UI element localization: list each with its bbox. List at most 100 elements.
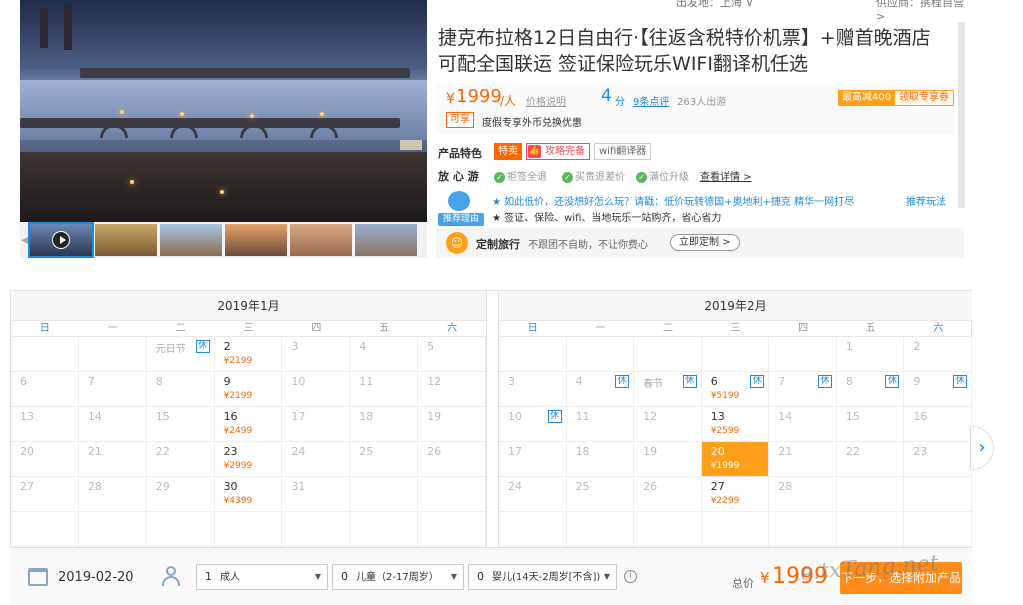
cloud-icon — [448, 191, 470, 211]
infants-select[interactable]: 0 婴儿(14天-2周岁[不含]) ▼ — [468, 564, 617, 590]
calendar-day — [11, 512, 79, 547]
day-number: 28 — [87, 480, 102, 493]
calendar-day: 21 — [78, 442, 147, 477]
adults-select[interactable]: 1 成人 ▼ — [196, 564, 328, 590]
thumbnail-video[interactable] — [28, 222, 94, 258]
calendar-day: 7 — [78, 372, 147, 407]
calendar-day — [146, 512, 215, 547]
infants-label: 婴儿(14天-2周岁[不含]) — [492, 572, 601, 583]
holiday-badge: 休 — [952, 375, 967, 388]
calendar-day — [769, 512, 837, 547]
weekday-label: 五 — [379, 323, 390, 334]
thumbnail[interactable] — [355, 224, 417, 256]
recommend-line-1[interactable]: ★ 如此低价，还没想好怎么玩？请戳：低价玩转德国+奥地利+捷克 精华一网打尽 — [492, 193, 854, 208]
day-number: 15 — [845, 410, 860, 423]
calendar-day: 24 — [499, 477, 567, 512]
calendar-day — [836, 512, 905, 547]
day-number: 28 — [778, 480, 793, 493]
day-number: 17 — [508, 445, 522, 458]
day-number: 4 — [575, 375, 583, 388]
calendar-day[interactable]: 6 ¥5199 休 — [701, 372, 770, 407]
thumbnail[interactable] — [225, 224, 287, 256]
day-number: 3 — [291, 340, 299, 353]
calendar-day-selected[interactable]: 20 ¥1999 — [701, 442, 770, 477]
reviews-link[interactable]: 9条点评 — [633, 93, 669, 108]
supplier-link[interactable]: 供应商：携程自营 > — [876, 0, 964, 23]
day-number: 2 — [223, 340, 231, 353]
calendar-day — [904, 512, 972, 547]
calendar-day[interactable]: 2 ¥2199 — [214, 337, 283, 372]
festival-label: 春节 — [643, 379, 664, 390]
holiday-badge: 休 — [682, 375, 697, 388]
calendar-day[interactable]: 9 ¥2199 — [214, 372, 283, 407]
calendar-day[interactable]: 27 ¥2299 — [701, 477, 770, 512]
calendar-day: 12 — [418, 372, 486, 407]
weekday-label: 四 — [311, 323, 322, 334]
day-number: 19 — [643, 445, 658, 458]
calendar-day — [499, 337, 567, 372]
price-value: 1999 — [456, 86, 502, 107]
calendar-day: 10 — [282, 372, 351, 407]
info-scrollbar[interactable] — [958, 22, 965, 208]
departure-select[interactable]: 出发地：上海 ∨ — [676, 0, 754, 10]
day-number: 10 — [508, 410, 522, 423]
calendar-day — [634, 337, 702, 372]
day-number: 21 — [87, 445, 102, 458]
selected-date[interactable]: 2019-02-20 — [58, 570, 134, 585]
thumb-prev-icon[interactable]: ◀ — [20, 222, 30, 258]
calendar-day: 11 — [350, 372, 419, 407]
next-month-chevron-icon[interactable]: › — [970, 426, 994, 470]
calendar-day — [78, 337, 147, 372]
day-price: ¥2299 — [710, 496, 740, 506]
day-number: 6 — [20, 375, 27, 388]
day-number: 5 — [427, 340, 435, 353]
people-icon — [162, 566, 186, 588]
day-number: 25 — [359, 445, 374, 458]
custom-now-button[interactable]: 立即定制 > — [670, 234, 740, 251]
hero-image[interactable] — [20, 0, 427, 222]
coupon-max-badge[interactable]: 最高减400 — [838, 90, 896, 106]
day-number: 17 — [291, 410, 306, 423]
hero-light — [120, 110, 124, 114]
safety-item: ✓ 拒签全退 — [494, 168, 547, 183]
safety-detail-link[interactable]: 查看详情 > — [700, 168, 752, 183]
recommend-more-link[interactable]: 推荐玩法 — [906, 193, 946, 208]
price-currency: ¥ — [446, 91, 455, 107]
calendar-day: 28 — [769, 477, 837, 512]
calendar-day[interactable]: 30 ¥4399 — [214, 477, 283, 512]
day-number: 27 — [20, 480, 34, 493]
day-number: 24 — [508, 480, 522, 493]
calendar-day: 15 — [836, 407, 905, 442]
features-row: 产品特色 特卖 👍 攻略完备 wifi翻译器 — [438, 143, 958, 161]
day-number: 2 — [913, 340, 921, 353]
coupon-claim-button[interactable]: 领取专享券 — [894, 90, 954, 106]
day-number: 11 — [359, 375, 374, 388]
calendar-day: 18 — [350, 407, 419, 442]
product-header: ◀ 出发地：上海 ∨ 供应商：携程自营 > 捷克布拉格12日自由行·【往返含税特… — [0, 0, 1023, 262]
hero-light — [220, 190, 224, 194]
weekday-header: 日一二三四五六 — [499, 321, 972, 337]
benefit-text[interactable]: 度假专享外币兑换优惠 — [482, 114, 582, 129]
day-number: 7 — [87, 375, 95, 388]
thumbnail[interactable] — [160, 224, 222, 256]
calendar-day[interactable]: 23 ¥2999 — [214, 442, 283, 477]
holiday-badge: 休 — [885, 375, 900, 388]
thumbnail[interactable] — [290, 224, 352, 256]
children-select[interactable]: 0 儿童（2-17周岁） ▼ — [332, 564, 464, 590]
hero-bridge — [80, 68, 410, 78]
weekday-label: 日 — [527, 323, 538, 334]
hero-spire — [40, 8, 48, 48]
info-icon[interactable]: i — [624, 570, 637, 583]
day-number: 9 — [223, 375, 231, 388]
children-count: 0 — [341, 570, 348, 583]
thumbnail[interactable] — [95, 224, 157, 256]
weekday-label: 二 — [662, 323, 673, 334]
calendar-day[interactable]: 13 ¥2599 — [701, 407, 770, 442]
calendar-day[interactable]: 16 ¥2499 — [214, 407, 283, 442]
calendar-day: 3 — [499, 372, 567, 407]
price-note-link[interactable]: 价格说明 — [526, 93, 566, 108]
check-icon: ✓ — [636, 172, 647, 183]
recommend-line-2: ★ 签证、保险、wifi、当地玩乐一站购齐，省心省力 — [492, 213, 722, 224]
calendar-day: 7休 — [769, 372, 837, 407]
calendar-day: 19 — [418, 407, 486, 442]
